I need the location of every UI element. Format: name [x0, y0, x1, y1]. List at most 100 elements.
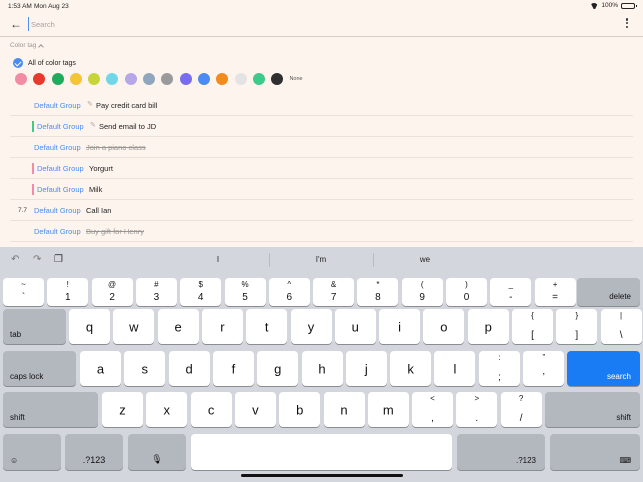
- key-8[interactable]: * 8: [357, 278, 399, 306]
- key-x[interactable]: x: [146, 392, 188, 427]
- search-input[interactable]: [28, 17, 588, 31]
- numbers-key-left[interactable]: .?123: [65, 434, 123, 470]
- key-punct[interactable]: :;: [479, 351, 520, 386]
- delete-key[interactable]: delete: [577, 278, 640, 306]
- color-swatch[interactable]: [161, 73, 174, 85]
- right-shift-key[interactable]: shift: [545, 392, 640, 427]
- key-v[interactable]: v: [234, 392, 276, 427]
- key-u[interactable]: u: [334, 309, 376, 344]
- task-group-label[interactable]: Default Group: [34, 101, 81, 110]
- task-row[interactable]: Default Group ✎ Pay credit card bill: [10, 95, 633, 116]
- color-tag-header[interactable]: Color tag: [10, 42, 45, 50]
- color-swatch[interactable]: [179, 73, 192, 85]
- task-row[interactable]: Default Group Join a piano class: [10, 137, 633, 158]
- task-row[interactable]: Default Group Milk: [10, 179, 633, 200]
- space-key[interactable]: [191, 434, 452, 470]
- undo-icon[interactable]: ↶: [11, 254, 19, 265]
- suggestion-3[interactable]: we: [375, 255, 475, 264]
- key-`[interactable]: ~ `: [3, 278, 44, 306]
- task-group-label[interactable]: Default Group: [37, 122, 84, 131]
- key-b[interactable]: b: [279, 392, 321, 427]
- key-[[interactable]: {[: [512, 309, 553, 344]
- key-3[interactable]: #3: [135, 278, 177, 306]
- key-punct[interactable]: >.: [456, 392, 498, 427]
- key-q[interactable]: q: [69, 309, 110, 344]
- paste-icon[interactable]: ❐: [54, 254, 63, 265]
- task-title[interactable]: Send email to JD: [99, 122, 156, 131]
- key-p[interactable]: p: [467, 309, 509, 344]
- task-title[interactable]: Buy gift for Henry: [86, 227, 144, 236]
- key-s[interactable]: s: [124, 351, 166, 386]
- key-o[interactable]: o: [423, 309, 465, 344]
- key-j[interactable]: j: [345, 351, 387, 386]
- key-t[interactable]: t: [246, 309, 288, 344]
- key-k[interactable]: k: [390, 351, 432, 386]
- color-swatch[interactable]: [143, 73, 156, 85]
- key-g[interactable]: g: [257, 351, 299, 386]
- task-title[interactable]: Yorgurt: [89, 164, 113, 173]
- task-group-label[interactable]: Default Group: [34, 143, 81, 152]
- back-arrow-icon[interactable]: ←: [10, 17, 24, 31]
- more-options-icon[interactable]: [625, 16, 629, 30]
- task-row[interactable]: Default Group ✎ Send email to JD: [10, 116, 633, 137]
- emoji-key[interactable]: ☺: [3, 434, 61, 470]
- color-swatch[interactable]: [252, 73, 265, 85]
- color-swatch-none[interactable]: None: [289, 76, 302, 82]
- key-m[interactable]: m: [367, 392, 409, 427]
- key-h[interactable]: h: [301, 351, 343, 386]
- task-title[interactable]: Join a piano class: [86, 143, 146, 152]
- key-punct[interactable]: <,: [412, 392, 453, 427]
- dictation-key[interactable]: 🎙: [128, 434, 186, 470]
- key-e[interactable]: e: [157, 309, 199, 344]
- color-swatch[interactable]: [69, 73, 82, 85]
- color-swatch[interactable]: [88, 73, 101, 85]
- task-group-label[interactable]: Default Group: [37, 185, 84, 194]
- task-title[interactable]: Pay credit card bill: [96, 101, 157, 110]
- hide-keyboard-key[interactable]: ⌨: [550, 434, 640, 470]
- key--[interactable]: _ -: [490, 278, 532, 306]
- redo-icon[interactable]: ↷: [33, 254, 41, 265]
- task-group-label[interactable]: Default Group: [34, 227, 81, 236]
- key-a[interactable]: a: [80, 351, 121, 386]
- key-1[interactable]: ! 1: [47, 278, 89, 306]
- task-row[interactable]: 7.7 Default Group Call Ian: [10, 200, 633, 221]
- key-f[interactable]: f: [212, 351, 254, 386]
- search-key[interactable]: search: [567, 351, 640, 386]
- suggestion-1[interactable]: I: [168, 255, 268, 264]
- key-i[interactable]: i: [379, 309, 421, 344]
- key-r[interactable]: r: [201, 309, 243, 344]
- key-][interactable]: }]: [556, 309, 598, 344]
- color-swatch[interactable]: [216, 73, 229, 85]
- color-swatch[interactable]: [33, 73, 46, 85]
- color-swatch[interactable]: [197, 73, 210, 85]
- key-w[interactable]: w: [113, 309, 155, 344]
- key-6[interactable]: ^ 6: [268, 278, 310, 306]
- key-0[interactable]: ) 0: [446, 278, 487, 306]
- key-c[interactable]: c: [190, 392, 232, 427]
- all-color-tags-option[interactable]: All of color tags: [13, 58, 76, 68]
- key-=[interactable]: + =: [534, 278, 576, 306]
- key-\[interactable]: | \: [600, 309, 642, 344]
- key-7[interactable]: & 7: [313, 278, 355, 306]
- task-row[interactable]: Default Group Buy gift for Henry: [10, 221, 633, 242]
- color-swatch[interactable]: [51, 73, 64, 85]
- key-punct[interactable]: ? /: [500, 392, 542, 427]
- suggestion-2[interactable]: I'm: [271, 255, 371, 264]
- key-punct[interactable]: ”’: [523, 351, 565, 386]
- left-shift-key[interactable]: shift: [3, 392, 98, 427]
- key-y[interactable]: y: [290, 309, 332, 344]
- key-2[interactable]: @2: [91, 278, 133, 306]
- key-n[interactable]: n: [323, 392, 365, 427]
- key-z[interactable]: z: [102, 392, 143, 427]
- caps-lock-key[interactable]: caps lock: [3, 351, 76, 386]
- tab-key[interactable]: tab: [3, 309, 66, 344]
- color-swatch[interactable]: [106, 73, 119, 85]
- color-swatch[interactable]: [124, 73, 137, 85]
- key-9[interactable]: (9: [401, 278, 443, 306]
- numbers-key-right[interactable]: .?123: [457, 434, 545, 470]
- color-swatch[interactable]: [234, 73, 247, 85]
- task-group-label[interactable]: Default Group: [34, 206, 81, 215]
- color-swatch[interactable]: [271, 73, 284, 85]
- task-title[interactable]: Call Ian: [86, 206, 111, 215]
- task-row[interactable]: Default Group Yorgurt: [10, 158, 633, 179]
